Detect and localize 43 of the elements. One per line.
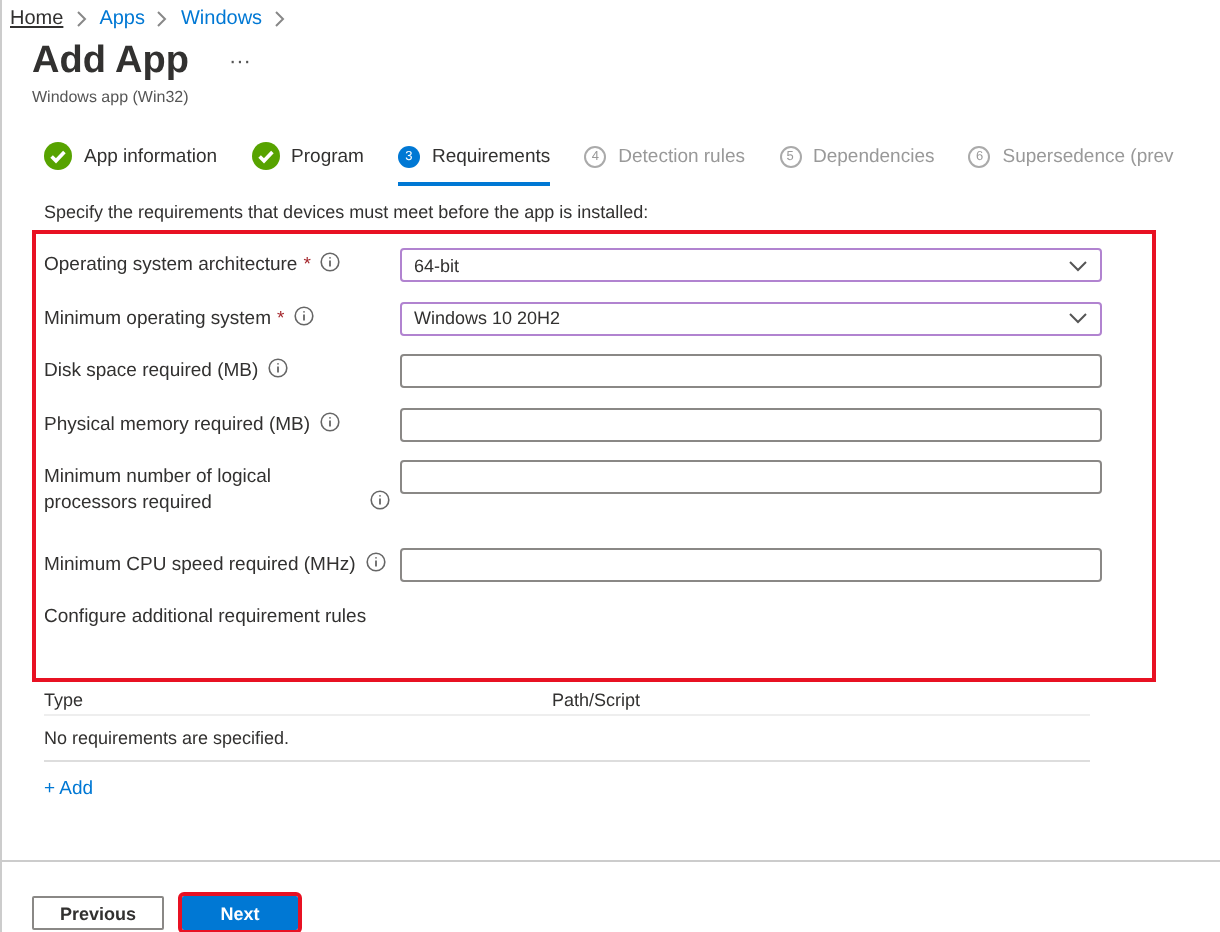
input-field[interactable]: [400, 354, 1102, 388]
dropdown-field[interactable]: Windows 10 20H2: [400, 301, 1102, 335]
info-icon[interactable]: [320, 411, 341, 431]
next-button[interactable]: Next: [182, 896, 298, 930]
field-label: Minimum CPU speed required (MHz): [44, 552, 356, 578]
info-icon[interactable]: [320, 252, 341, 272]
required-mark: *: [277, 307, 285, 329]
info-icon[interactable]: [370, 490, 390, 510]
field-label: Minimum number of logical processors required: [44, 464, 274, 516]
section-heading: Configure additional requirement rules: [44, 603, 369, 627]
chevron-icon: [75, 9, 88, 27]
wizard-tab[interactable]: App information: [44, 142, 218, 186]
input-field[interactable]: [400, 548, 1102, 582]
chevron-icon: [274, 9, 287, 27]
info-icon[interactable]: [294, 305, 315, 325]
add-link[interactable]: + Add: [44, 778, 1220, 802]
chevron-down-icon: [1068, 259, 1088, 271]
breadcrumb-link[interactable]: Apps: [99, 7, 145, 29]
field-label: Operating system architecture: [44, 252, 298, 278]
info-icon[interactable]: [365, 552, 386, 572]
input-field[interactable]: [400, 407, 1102, 441]
field-label: Physical memory required (MB): [44, 411, 311, 437]
breadcrumb-link[interactable]: Home: [10, 7, 64, 29]
more-button[interactable]: ···: [228, 50, 251, 74]
chevron-down-icon: [1068, 312, 1088, 324]
description-text: Specify the requirements that devices must meet before the app is installed:: [42, 200, 651, 222]
chevron-icon: [156, 9, 169, 27]
breadcrumb-link[interactable]: Windows: [180, 7, 263, 29]
column-header: Path/Script: [552, 690, 641, 710]
check-icon: [44, 142, 72, 170]
info-icon[interactable]: [268, 358, 289, 378]
previous-button[interactable]: Previous: [32, 896, 164, 930]
column-header: Type: [44, 690, 86, 710]
dropdown-field[interactable]: 64-bit: [400, 248, 1102, 282]
required-mark: *: [303, 254, 311, 276]
wizard-tab[interactable]: Program: [251, 142, 364, 186]
empty-message: No requirements are specified.: [44, 728, 290, 748]
page-subtitle: Windows app (Win32): [30, 86, 191, 106]
page-title: Add App: [32, 40, 189, 84]
check-icon: [251, 142, 280, 170]
input-field[interactable]: [400, 460, 1102, 494]
field-label: Minimum operating system: [44, 305, 272, 331]
field-label: Disk space required (MB): [44, 358, 259, 384]
